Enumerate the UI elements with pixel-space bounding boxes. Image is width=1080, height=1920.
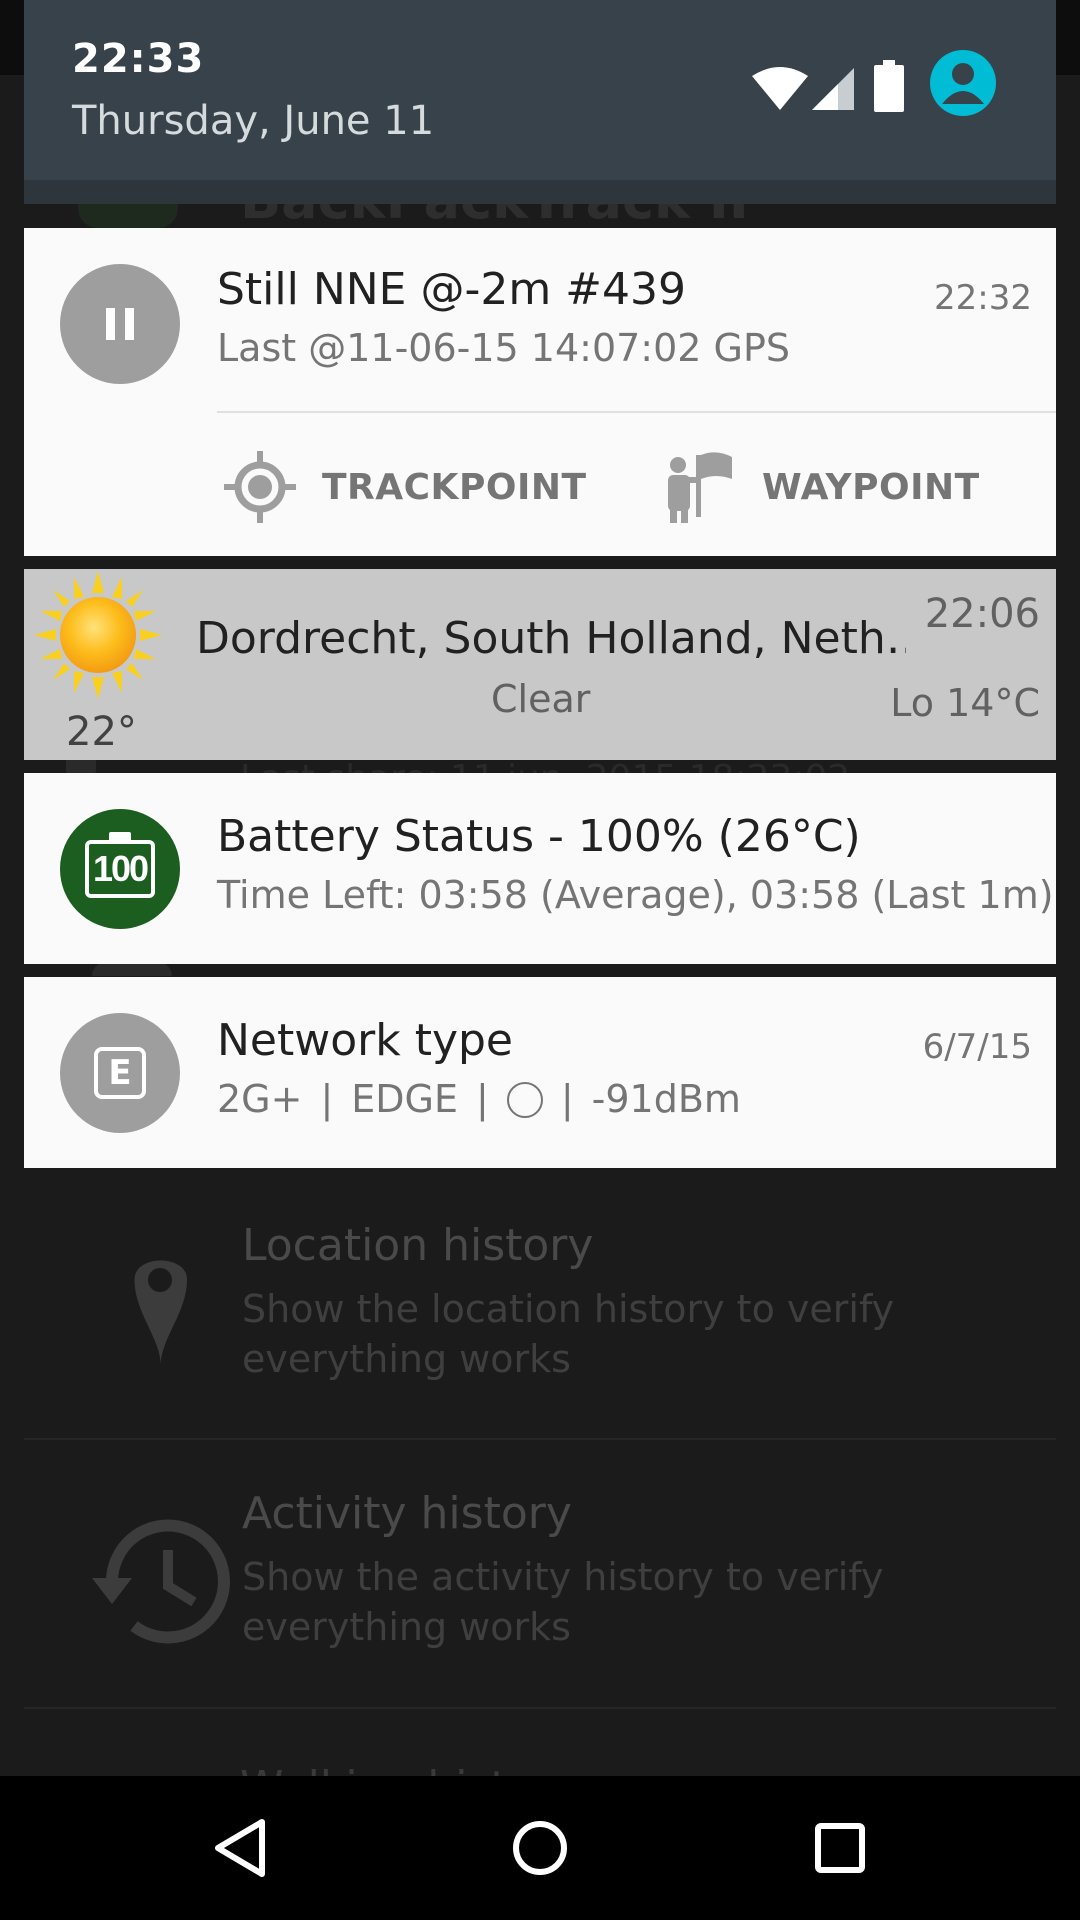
network-badge: E: [94, 1047, 146, 1099]
cellular-signal-icon: [812, 68, 854, 110]
pause-icon[interactable]: [60, 264, 180, 384]
settings-divider: [24, 1438, 1056, 1440]
status-icons: [752, 50, 1012, 130]
battery-100-icon: 100: [60, 809, 180, 929]
notification-time: 6/7/15: [922, 1027, 1032, 1067]
settings-item-title: Activity history: [242, 1488, 572, 1539]
settings-item-next-peek: Walking history: [240, 1762, 579, 1776]
network-signal: -91dBm: [591, 1077, 741, 1121]
notification-title: Battery Status - 100% (26°C): [217, 811, 861, 862]
background-partial-icon: [92, 962, 172, 976]
date: Thursday, June 11: [72, 98, 435, 144]
tracking-notification[interactable]: Still NNE @-2m #439 Last @11-06-15 14:07…: [24, 228, 1056, 556]
weather-location: Dordrecht, South Holland, Neth…: [196, 613, 906, 664]
notification-shade-header: 22:33 Thursday, June 11: [24, 0, 1056, 180]
weather-low-temp: Lo 14°C: [890, 681, 1040, 725]
edge-network-icon: E: [60, 1013, 180, 1133]
settings-divider: [24, 1707, 1056, 1709]
person-flag-icon: [668, 452, 732, 523]
recents-icon[interactable]: [804, 1812, 876, 1884]
notification-subtitle: 2G+ | EDGE | | -91dBm: [217, 1077, 741, 1121]
battery-full-icon: [874, 60, 904, 112]
trackpoint-label: TRACKPOINT: [322, 466, 587, 508]
settings-item-subtitle: Show the activity history to verify ever…: [242, 1555, 884, 1649]
network-generation: 2G+: [217, 1077, 303, 1121]
notification-title: Still NNE @-2m #439: [217, 264, 687, 315]
user-avatar-icon[interactable]: [930, 50, 996, 116]
settings-item-subtitle: Show the location history to verify ever…: [242, 1287, 895, 1381]
notification-time: 22:32: [934, 278, 1032, 318]
gps-crosshair-icon: [224, 451, 296, 523]
trackpoint-button[interactable]: TRACKPOINT: [220, 442, 587, 532]
clock: 22:33: [72, 36, 205, 82]
sun-icon: [34, 571, 162, 699]
weather-condition: Clear: [491, 677, 591, 721]
network-type: EDGE: [351, 1077, 459, 1121]
notification-title: Network type: [217, 1015, 513, 1066]
battery-notification[interactable]: 100 Battery Status - 100% (26°C) Time Le…: [24, 773, 1056, 964]
separator: |: [320, 1077, 334, 1121]
settings-item-title: Location history: [242, 1220, 594, 1271]
battery-badge: 100: [85, 832, 155, 898]
notification-subtitle: Last @11-06-15 14:07:02 GPS: [217, 326, 791, 370]
share-icon: [66, 758, 96, 774]
back-icon[interactable]: [204, 1812, 276, 1884]
shade-header-shadow: [24, 180, 1056, 204]
weather-notification[interactable]: 22° Dordrecht, South Holland, Neth… Clea…: [24, 569, 1056, 760]
weather-temperature: 22°: [66, 709, 137, 755]
settings-item-location-history[interactable]: Location history Show the location histo…: [24, 1178, 1056, 1446]
waypoint-label: WAYPOINT: [762, 466, 980, 508]
network-notification[interactable]: E Network type 6/7/15 2G+ | EDGE | | -91dBm: [24, 977, 1056, 1168]
action-divider: [217, 411, 1056, 413]
settings-item-activity-history[interactable]: Activity history Show the activity histo…: [24, 1446, 1056, 1714]
network-status-circle-icon: [506, 1082, 543, 1118]
navigation-bar: [0, 1776, 1080, 1920]
notification-subtitle: Time Left: 03:58 (Average), 03:58 (Last …: [217, 873, 1054, 917]
home-icon[interactable]: [504, 1812, 576, 1884]
separator: |: [560, 1077, 574, 1121]
wifi-icon: [752, 66, 808, 110]
weather-time: 22:06: [924, 591, 1040, 637]
separator: |: [476, 1077, 489, 1121]
location-pin-icon: [134, 1260, 187, 1366]
history-icon: [92, 1519, 230, 1644]
waypoint-button[interactable]: WAYPOINT: [660, 442, 980, 532]
